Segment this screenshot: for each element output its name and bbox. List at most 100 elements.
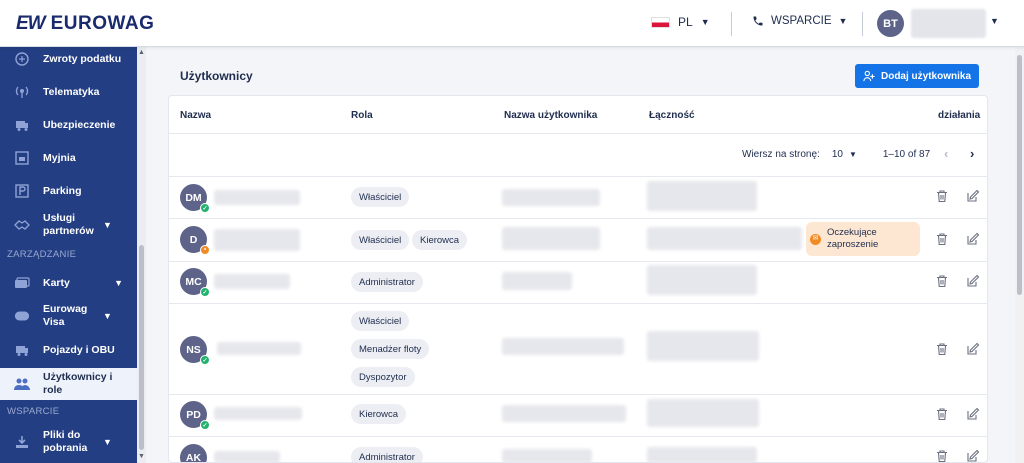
username-redacted: [502, 338, 624, 355]
role-chip: Właściciel: [351, 230, 410, 250]
previous-page-icon[interactable]: ‹: [944, 146, 948, 161]
column-header-role[interactable]: Rola: [351, 110, 373, 121]
user-name-redacted: [214, 451, 280, 462]
edit-icon[interactable]: [966, 274, 980, 288]
avatar: MC ✓: [180, 268, 210, 297]
sidebar-item-label: Pliki do pobrania: [43, 429, 88, 454]
role-chip: Kierowca: [412, 230, 468, 250]
chevron-down-icon: ▼: [103, 220, 112, 230]
sidebar-item-telematics[interactable]: Telematyka: [0, 82, 137, 102]
chevron-down-icon: ▼: [114, 278, 123, 288]
trash-icon[interactable]: [935, 407, 949, 421]
user-name-redacted: [214, 229, 300, 251]
edit-icon[interactable]: [966, 449, 980, 463]
column-header-actions: działania: [938, 110, 981, 121]
sidebar-item-cards[interactable]: Karty ▼: [0, 273, 137, 293]
edit-icon[interactable]: [966, 407, 980, 421]
avatar: NS ✓: [180, 336, 210, 365]
logo-mark: EW: [16, 13, 46, 34]
username-redacted: [502, 449, 592, 462]
page-title: Użytkownicy: [180, 69, 253, 83]
sidebar-item-label: Ubezpieczenie: [43, 118, 116, 131]
logo-text: EUROWAG: [50, 13, 155, 34]
add-user-button[interactable]: Dodaj użytkownika: [855, 64, 979, 88]
username-redacted: [502, 405, 626, 422]
edit-icon[interactable]: [966, 342, 980, 356]
envelope-icon: ✉: [810, 233, 821, 245]
table-row[interactable]: AK Administrator: [169, 437, 987, 463]
username-redacted: [502, 189, 600, 206]
cards-icon: [14, 276, 30, 290]
edit-icon[interactable]: [966, 232, 980, 246]
column-header-connectivity[interactable]: Łączność: [649, 110, 695, 121]
user-name-redacted: [214, 274, 290, 289]
chevron-down-icon[interactable]: ▼: [990, 16, 999, 26]
next-page-icon[interactable]: ›: [970, 146, 974, 161]
pending-invitation-label: Oczekujące zaproszenie: [827, 227, 879, 250]
avatar: DM ✓: [180, 184, 210, 213]
role-chip: Dyspozytor: [351, 367, 415, 387]
role-chip: Kierowca: [351, 404, 407, 424]
sidebar-item-tax-refund[interactable]: Zwroty podatku: [0, 49, 137, 69]
sidebar-item-eurowag-visa[interactable]: Eurowag Visa ▼: [0, 302, 137, 330]
chevron-down-icon: ▼: [838, 16, 848, 26]
chevron-down-icon[interactable]: ▼: [849, 150, 857, 159]
trash-icon[interactable]: [935, 274, 949, 288]
scroll-down-icon[interactable]: ▼: [137, 453, 146, 460]
users-table: Nazwa Rola Nazwa użytkownika Łączność dz…: [168, 95, 988, 463]
scroll-up-icon[interactable]: ▲: [137, 49, 146, 56]
sidebar: Zwroty podatku Telematyka Ubezpieczenie …: [0, 47, 146, 463]
rows-per-page: Wiersz na stronę: 10 ▼ 1–10 of 87: [742, 149, 930, 160]
sidebar-item-label: Usługi partnerów: [43, 212, 94, 237]
trash-icon[interactable]: [935, 449, 949, 463]
pagination-range: 1–10 of 87: [882, 149, 931, 160]
support-menu[interactable]: WSPARCIE ▼: [752, 15, 847, 27]
avatar-initials: MC: [185, 275, 202, 288]
column-header-username[interactable]: Nazwa użytkownika: [504, 110, 597, 121]
language-selector[interactable]: PL ▼: [651, 15, 710, 29]
car-wash-icon: [14, 151, 30, 165]
edit-icon[interactable]: [966, 189, 980, 203]
sidebar-item-car-wash[interactable]: Myjnia: [0, 148, 137, 168]
trash-icon[interactable]: [935, 232, 949, 246]
sidebar-scroll-thumb[interactable]: [139, 245, 144, 450]
table-row[interactable]: NS ✓ Właściciel Menadżer floty Dyspozytor: [169, 304, 987, 394]
trash-icon[interactable]: [935, 189, 949, 203]
header-divider: [862, 12, 863, 36]
active-status-icon: ✓: [200, 420, 210, 430]
sidebar-item-downloads[interactable]: Pliki do pobrania ▼: [0, 428, 137, 456]
trash-icon[interactable]: [935, 342, 949, 356]
contact-redacted: [647, 265, 757, 295]
sidebar-item-label: Karty: [43, 276, 70, 289]
tax-refund-icon: [14, 52, 30, 66]
contact-redacted: [647, 181, 757, 211]
eurowag-logo[interactable]: EW EUROWAG: [16, 13, 154, 35]
sidebar-item-users-roles[interactable]: Użytkownicy i role: [0, 368, 137, 400]
sidebar-item-partner-services[interactable]: Usługi partnerów ▼: [0, 211, 137, 239]
active-status-icon: ✓: [200, 203, 210, 213]
avatar: D •: [180, 226, 210, 255]
sidebar-item-insurance[interactable]: Ubezpieczenie: [0, 115, 137, 135]
user-avatar[interactable]: BT: [877, 10, 904, 37]
pending-status-icon: •: [200, 245, 210, 255]
avatar-initials: D: [189, 233, 198, 246]
user-name-redacted: [217, 342, 301, 355]
table-row[interactable]: D • Właściciel Kierowca ✉ Oczekujące zapr…: [169, 219, 987, 260]
rows-per-page-select[interactable]: 10: [832, 149, 843, 160]
avatar-initials: NS: [186, 343, 201, 356]
column-header-name[interactable]: Nazwa: [180, 110, 211, 121]
main-scroll-thumb[interactable]: [1017, 55, 1022, 295]
user-name-redacted[interactable]: [911, 9, 986, 38]
username-redacted: [502, 227, 600, 250]
parking-icon: [14, 184, 30, 198]
table-row[interactable]: PD ✓ Kierowca: [169, 395, 987, 435]
sidebar-item-parking[interactable]: Parking: [0, 181, 137, 201]
role-chip: Menadżer floty: [351, 339, 430, 359]
table-row[interactable]: DM ✓ Właściciel: [169, 177, 987, 218]
contact-redacted: [647, 331, 759, 361]
chevron-down-icon: ▼: [103, 311, 112, 321]
avatar-initials: PD: [186, 408, 201, 421]
table-row[interactable]: MC ✓ Administrator: [169, 262, 987, 302]
sidebar-item-label: Parking: [43, 184, 82, 197]
sidebar-item-vehicles-obu[interactable]: Pojazdy i OBU: [0, 340, 137, 360]
